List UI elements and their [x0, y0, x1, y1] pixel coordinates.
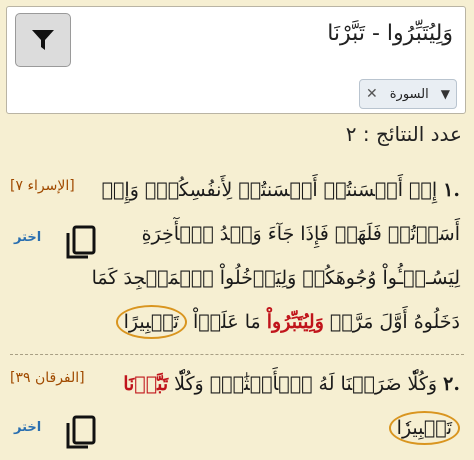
- verse-text: .١ إِنۡ أَحۡسَنتُمۡ أَحۡسَنتُمۡ لِأَنفُس…: [85, 168, 460, 344]
- result-number: .١: [443, 179, 460, 201]
- circled-word: تَتۡبِيرًا: [115, 305, 187, 339]
- result-item: [الفرقان ٣٩] اختر .٢ وَكُلّٗا ضَرَبۡنَا …: [0, 362, 474, 458]
- verse-reference[interactable]: [الإسراء ٧]: [10, 178, 75, 194]
- search-panel: وَلِيُتَبِّرُوا - تَبَّرْنَا ✕ السورة ▼: [6, 6, 466, 114]
- surah-filter-label: السورة: [389, 86, 429, 102]
- highlighted-word: تَبَّرۡنَا: [123, 373, 169, 395]
- verse-reference[interactable]: [الفرقان ٣٩]: [10, 370, 85, 386]
- choose-link[interactable]: اختر: [14, 230, 41, 245]
- choose-link[interactable]: اختر: [14, 420, 41, 435]
- verse-part: وَكُلّٗا ضَرَبۡنَا لَهُ ٱلۡأَمۡثَٰلَۖ وَ…: [174, 373, 438, 395]
- circled-word: تَتۡبِيرٗا: [388, 411, 460, 445]
- chevron-down-icon[interactable]: ▼: [441, 87, 450, 101]
- result-item: [الإسراء ٧] اختر .١ إِنۡ أَحۡسَنتُمۡ أَح…: [0, 168, 474, 352]
- close-icon[interactable]: ✕: [366, 86, 378, 102]
- result-number: .٢: [443, 373, 460, 395]
- search-query[interactable]: وَلِيُتَبِّرُوا - تَبَّرْنَا: [93, 21, 453, 46]
- result-divider: [10, 354, 464, 355]
- surah-filter-chip[interactable]: ✕ السورة ▼: [359, 79, 457, 109]
- verse-text: .٢ وَكُلّٗا ضَرَبۡنَا لَهُ ٱلۡأَمۡثَٰلَۖ…: [85, 362, 460, 450]
- filter-button[interactable]: [15, 13, 71, 67]
- results-count: عدد النتائج : ٢: [345, 122, 462, 146]
- highlighted-word: وَلِيُتَبِّرُواْ: [266, 311, 324, 333]
- verse-part: مَا عَلَوۡاْ: [193, 311, 261, 333]
- filter-icon: [32, 30, 54, 50]
